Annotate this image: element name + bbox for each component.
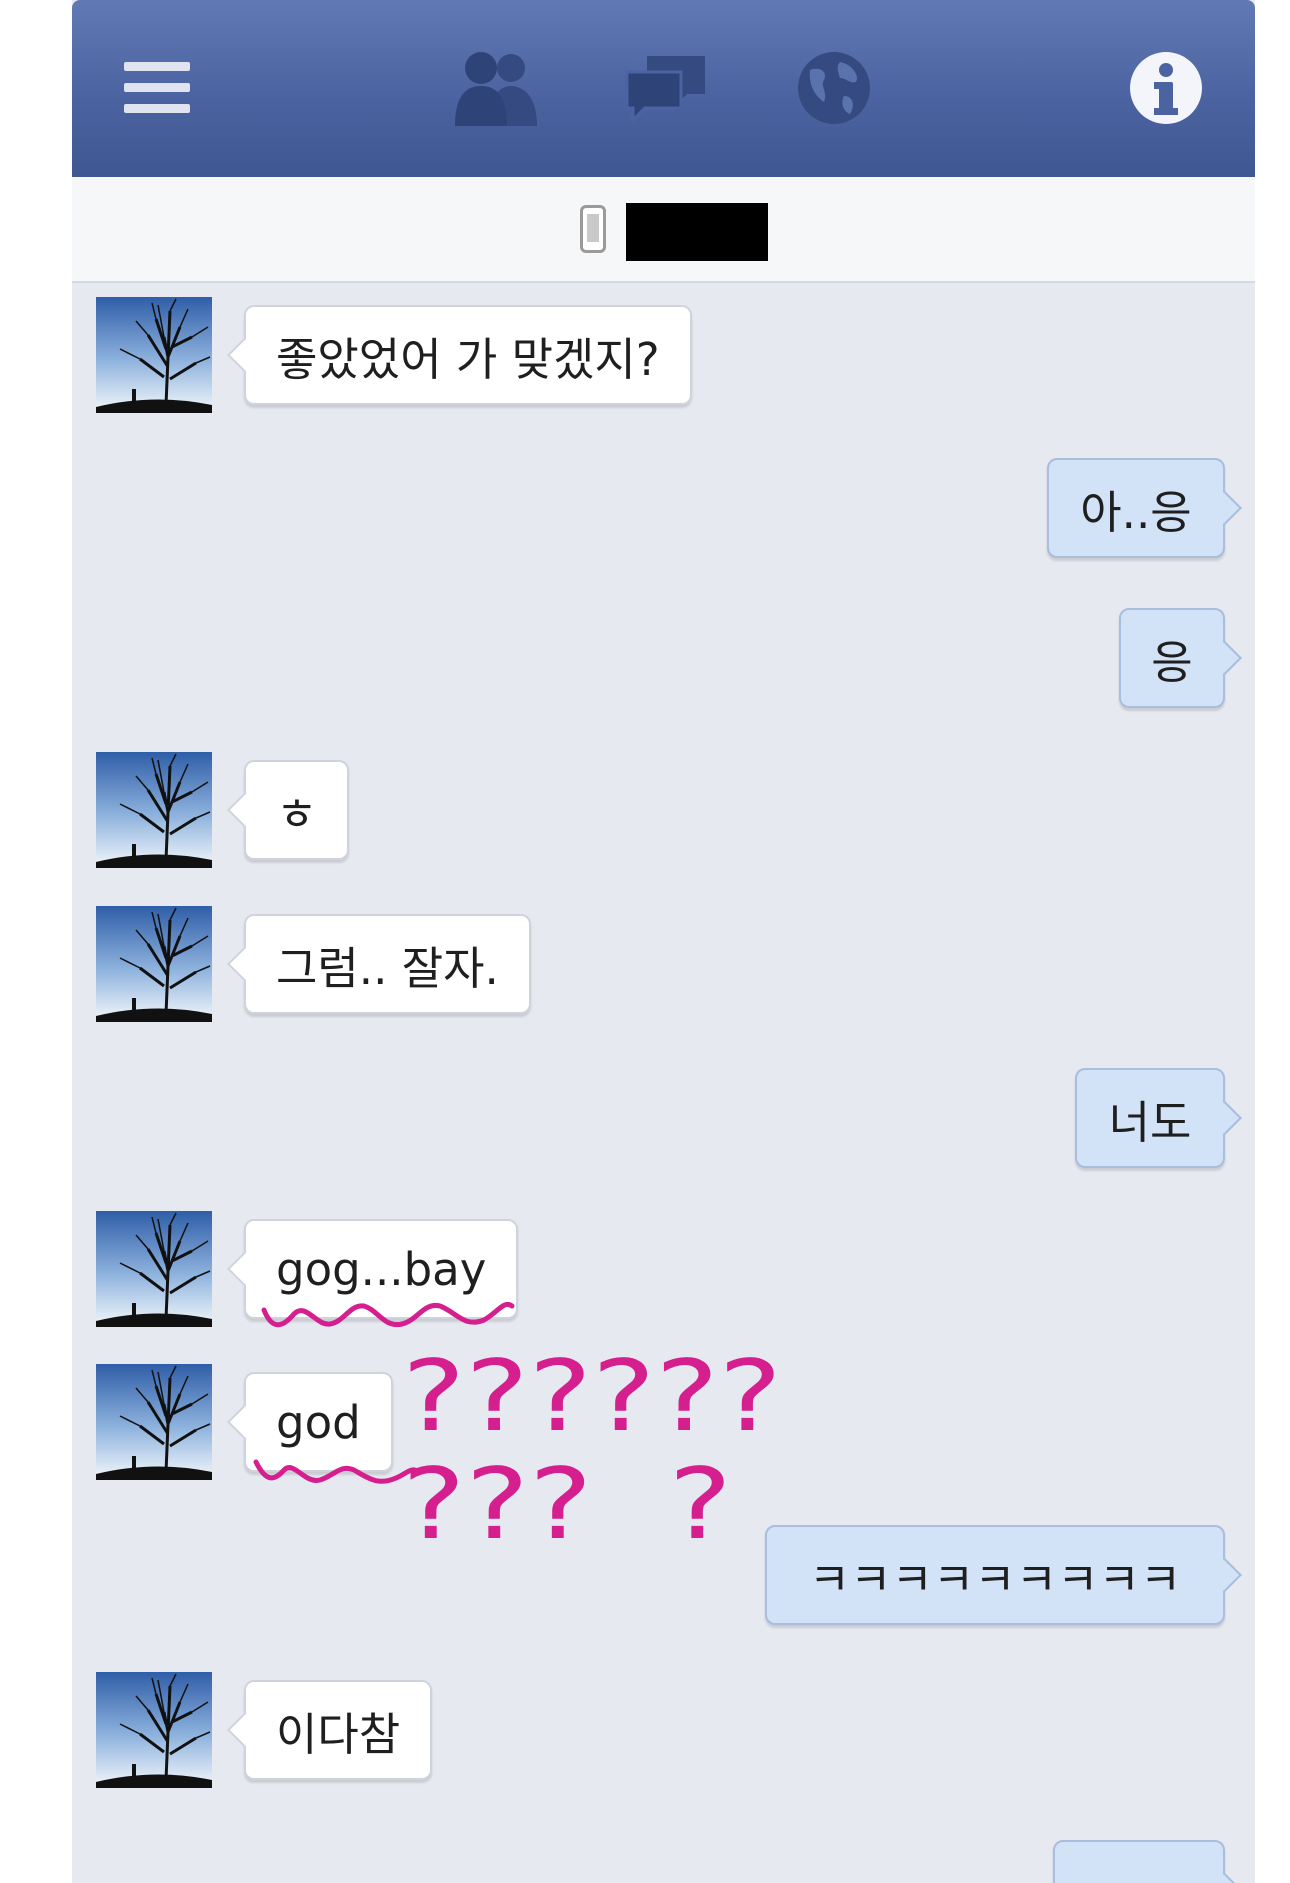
- annotation-line-2: ??? ?: [402, 1448, 732, 1562]
- friends-icon[interactable]: [448, 40, 544, 136]
- message-text: 이다참: [276, 1707, 401, 1761]
- globe-icon[interactable]: [786, 40, 882, 136]
- sent-message-bubble[interactable]: 응: [1119, 608, 1225, 708]
- menu-icon[interactable]: [112, 40, 202, 136]
- received-message-bubble[interactable]: 그럼.. 잘자.: [244, 914, 531, 1014]
- sender-avatar[interactable]: [96, 906, 212, 1022]
- sender-avatar[interactable]: [96, 752, 212, 868]
- received-message-bubble[interactable]: gog...bay: [244, 1219, 519, 1319]
- message-text: 그럼.. 잘자.: [276, 941, 499, 995]
- info-icon[interactable]: [1118, 40, 1214, 136]
- message-text: 좋았었어 가 맞겠지?: [276, 332, 660, 386]
- message-text: ㅎ: [276, 787, 318, 841]
- conversation-header: [72, 177, 1255, 283]
- sender-avatar[interactable]: [96, 1364, 212, 1480]
- chat-screen: 좋았었어 가 맞겠지? 아..응응 ㅎ 그럼.. 잘자. 너도 gog...bay god ㅋ…: [72, 0, 1255, 1883]
- message-text: ㅋㅋㅋㅋㅋㅋㅋㅋㅋ: [808, 1552, 1182, 1606]
- received-message-bubble[interactable]: 좋았었어 가 맞겠지?: [244, 305, 692, 405]
- redacted-contact-name: [626, 203, 768, 261]
- received-message-bubble[interactable]: 이다참: [244, 1680, 433, 1780]
- received-message-bubble[interactable]: ㅎ: [244, 760, 350, 860]
- message-text: 너도: [1108, 1095, 1192, 1149]
- message-text: gog...bay: [276, 1242, 487, 1296]
- sent-message-bubble[interactable]: 너도: [1075, 1068, 1225, 1168]
- messages-icon[interactable]: [618, 40, 714, 136]
- sender-avatar[interactable]: [96, 1211, 212, 1327]
- mobile-phone-icon: [580, 205, 606, 253]
- message-text: 응: [1151, 635, 1193, 689]
- sender-avatar[interactable]: [96, 297, 212, 413]
- top-navigation-bar: [72, 0, 1255, 177]
- annotation-line-1: ??????: [402, 1340, 782, 1454]
- message-text: 아..응: [1080, 485, 1192, 539]
- sent-message-bubble[interactable]: ㅋㅋㅋㅋㅋㅋㅋㅋㅋ: [765, 1525, 1225, 1625]
- sent-message-bubble[interactable]: 아..응: [1047, 458, 1225, 558]
- sender-avatar[interactable]: [96, 1672, 212, 1788]
- message-text: god: [276, 1395, 361, 1449]
- received-message-bubble[interactable]: god: [244, 1372, 393, 1472]
- sent-message-bubble-partial[interactable]: [1053, 1840, 1225, 1883]
